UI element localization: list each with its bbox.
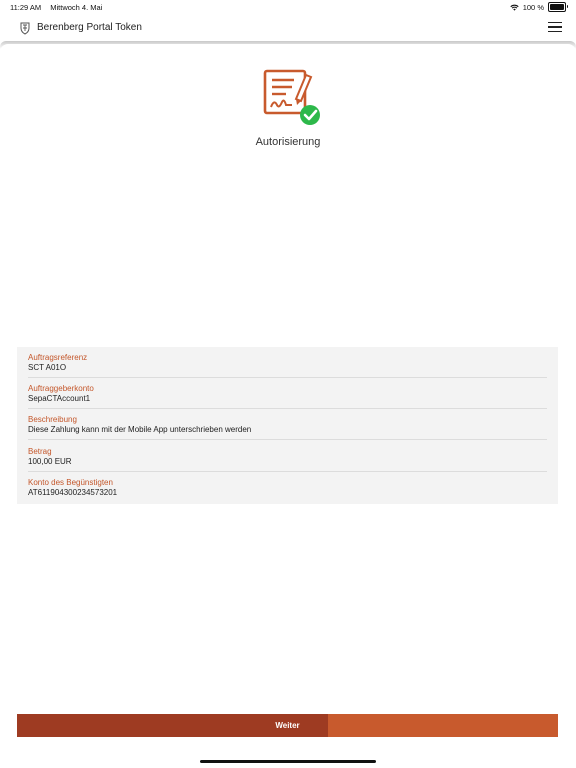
main-content: Autorisierung Auftragsreferenz SCT A01O …	[0, 44, 576, 768]
status-indicators: 100 %	[510, 2, 568, 12]
home-indicator[interactable]	[200, 760, 376, 763]
detail-row-reference: Auftragsreferenz SCT A01O	[28, 347, 547, 378]
weiter-label: Weiter	[275, 721, 300, 730]
status-bar: 11:29 AM Mittwoch 4. Mai 100 %	[0, 0, 576, 14]
weiter-button[interactable]: Weiter	[17, 714, 558, 737]
detail-value: 100,00 EUR	[28, 457, 72, 466]
status-time-date: 11:29 AM Mittwoch 4. Mai	[10, 3, 102, 12]
detail-label: Auftraggeberkonto	[28, 384, 94, 393]
detail-label: Konto des Begünstigten	[28, 478, 113, 487]
berenberg-crest-icon	[20, 22, 30, 35]
status-time: 11:29 AM	[10, 3, 42, 12]
detail-label: Auftragsreferenz	[28, 353, 88, 362]
authorization-title: Autorisierung	[255, 136, 321, 148]
detail-value: SepaCTAccount1	[28, 394, 91, 403]
status-date: Mittwoch 4. Mai	[50, 3, 103, 12]
wifi-icon	[510, 4, 519, 11]
battery-percent: 100 %	[522, 2, 544, 12]
row-divider	[28, 439, 547, 440]
order-details-card: Auftragsreferenz SCT A01O Auftraggeberko…	[17, 347, 558, 504]
detail-label: Beschreibung	[28, 415, 77, 424]
detail-row-beneficiary: Konto des Begünstigten AT611904300234573…	[28, 472, 547, 503]
detail-label: Betrag	[28, 447, 52, 456]
detail-row-account: Auftraggeberkonto SepaCTAccount1	[28, 378, 547, 409]
signed-document-check-icon	[263, 69, 320, 125]
app-title: Berenberg Portal Token	[37, 22, 142, 33]
detail-row-amount: Betrag 100,00 EUR	[28, 441, 547, 472]
hamburger-menu-button[interactable]	[548, 22, 562, 34]
nav-bar: Berenberg Portal Token	[0, 14, 576, 42]
detail-row-description: Beschreibung Diese Zahlung kann mit der …	[28, 409, 547, 440]
battery-icon	[548, 2, 568, 12]
hamburger-menu-icon	[548, 22, 562, 24]
detail-value: AT611904300234573201	[28, 488, 118, 497]
detail-value: Diese Zahlung kann mit der Mobile App un…	[28, 425, 252, 434]
battery-level	[550, 4, 564, 10]
detail-value: SCT A01O	[28, 363, 67, 372]
